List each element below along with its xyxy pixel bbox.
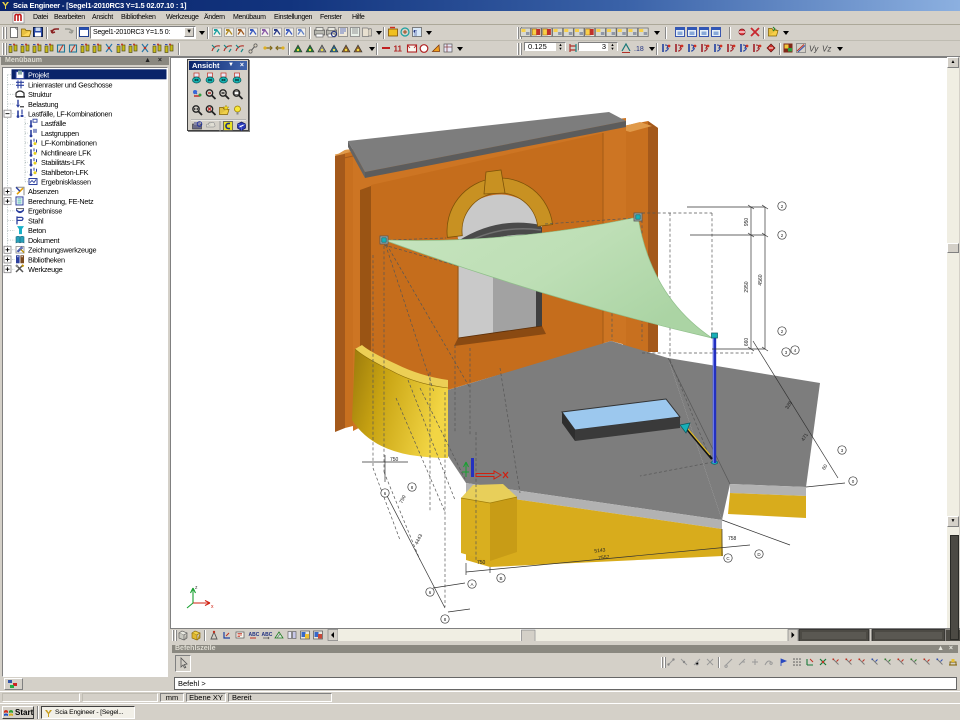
svg-text:5143: 5143 <box>594 547 606 554</box>
svg-text:z: z <box>195 585 198 591</box>
svg-text:750: 750 <box>399 494 408 504</box>
svg-text:Nichtlineare LFK: Nichtlineare LFK <box>41 148 91 157</box>
svg-text:4560: 4560 <box>758 274 764 285</box>
svg-text:Ergebnisse: Ergebnisse <box>28 207 62 216</box>
svg-text:Stahl: Stahl <box>28 216 44 225</box>
svg-text:ABC: ABC <box>249 632 260 638</box>
svg-text:Belastung: Belastung <box>28 100 58 109</box>
svg-text:Struktur: Struktur <box>28 90 52 99</box>
svg-text:Vz: Vz <box>822 45 831 54</box>
svg-text:B: B <box>499 576 502 581</box>
svg-text:7557: 7557 <box>598 554 610 561</box>
svg-text:Berechnung, FE-Netz: Berechnung, FE-Netz <box>28 197 94 206</box>
svg-text:Absenzen: Absenzen <box>28 187 59 196</box>
svg-text:Lastgruppen: Lastgruppen <box>41 129 79 138</box>
svg-text:660: 660 <box>744 338 750 347</box>
svg-text:Werkzeuge: Werkzeuge <box>28 265 63 274</box>
svg-text:Lastfälle, LF-Kombinationen: Lastfälle, LF-Kombinationen <box>28 109 112 118</box>
svg-text:Bibliotheken: Bibliotheken <box>28 255 65 264</box>
svg-text:Dokument: Dokument <box>28 236 59 245</box>
svg-text:4443: 4443 <box>414 533 424 546</box>
svg-text:Linienraster und Geschosse: Linienraster und Geschosse <box>28 80 113 89</box>
svg-text:750: 750 <box>477 560 486 566</box>
svg-text:Zeichnungswerkzeuge: Zeichnungswerkzeuge <box>28 246 96 255</box>
svg-text:758: 758 <box>728 536 737 542</box>
svg-text:11: 11 <box>394 45 403 54</box>
svg-text:Ergebnisklassen: Ergebnisklassen <box>41 178 91 187</box>
svg-text:Stahlbeton-LFK: Stahlbeton-LFK <box>41 168 89 177</box>
svg-text:Lastfälle: Lastfälle <box>41 119 66 128</box>
svg-text:750: 750 <box>390 457 399 463</box>
svg-text:Beton: Beton <box>28 226 46 235</box>
svg-text:LF-Kombinationen: LF-Kombinationen <box>41 139 97 148</box>
svg-text:¶: ¶ <box>413 30 417 37</box>
svg-text:ABC: ABC <box>262 632 273 638</box>
svg-text:950: 950 <box>744 218 750 227</box>
svg-text:x: x <box>211 604 214 610</box>
svg-text:Stabilitäts-LFK: Stabilitäts-LFK <box>41 158 85 167</box>
svg-text:.18: .18 <box>634 46 644 53</box>
svg-text:60: 60 <box>821 463 829 471</box>
svg-text:Projekt: Projekt <box>28 71 49 80</box>
svg-text:A: A <box>470 582 473 587</box>
svg-text:Vy: Vy <box>809 45 819 54</box>
svg-text:2950: 2950 <box>744 281 750 292</box>
